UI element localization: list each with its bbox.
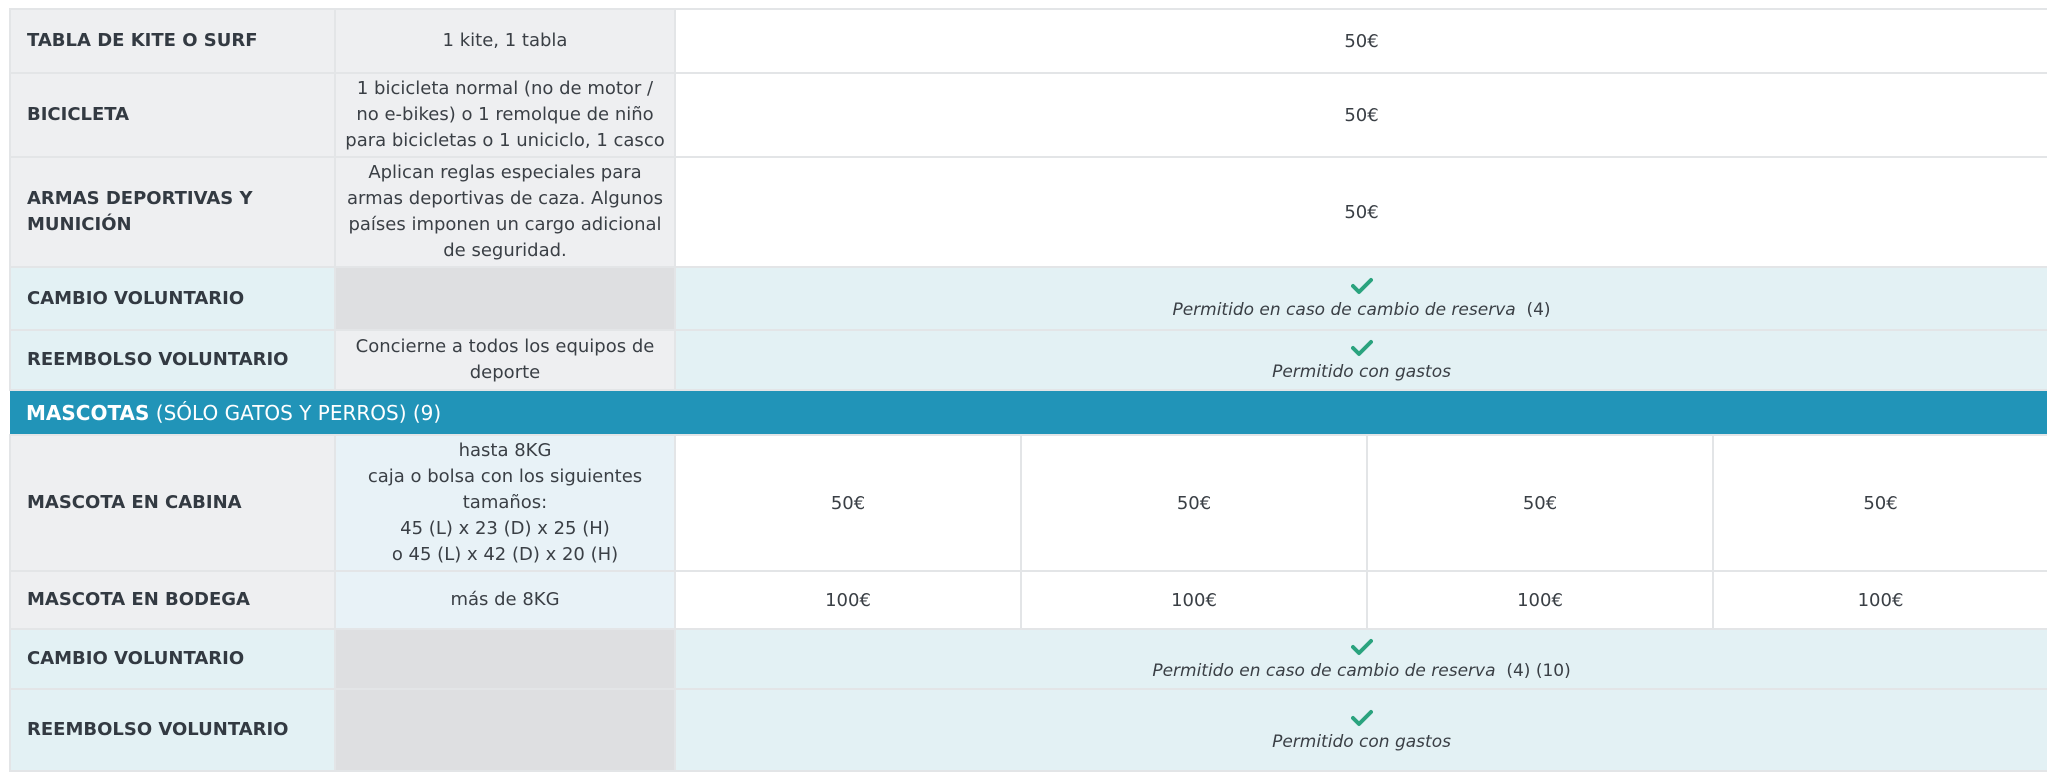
table-row: CAMBIO VOLUNTARIO Permitido en caso de c… [9, 628, 2047, 690]
condition-note: Permitido en caso de cambio de reserva (… [1152, 660, 1571, 681]
row-desc-kite: 1 kite, 1 tabla [334, 8, 676, 74]
row-label-kite: TABLA DE KITE O SURF [9, 8, 336, 74]
row-label-pet-hold: MASCOTA EN BODEGA [9, 570, 336, 630]
price-pet-cabin-2: 50€ [1020, 434, 1368, 572]
row-label-bike: BICICLETA [9, 72, 336, 158]
table-row: ARMAS DEPORTIVAS Y MUNICIÓN Aplican regl… [9, 156, 2047, 268]
check-icon [1350, 278, 1373, 294]
check-icon [1350, 638, 1373, 655]
price-pet-hold-4: 100€ [1711, 570, 2047, 630]
price-pet-hold-3: 100€ [1366, 570, 1714, 630]
row-desc-sport-refund: Concierne a todos los equipos de deporte [334, 329, 676, 391]
row-desc-empty [334, 688, 676, 772]
section-title: MASCOTAS (SÓLO GATOS Y PERROS) (9) [10, 390, 2047, 435]
row-label-pet-cabin: MASCOTA EN CABINA [9, 434, 336, 572]
table-row: MASCOTA EN BODEGA más de 8KG 100€ 100€ 1… [9, 570, 2047, 630]
condition-note: Permitido con gastos [1272, 361, 1451, 382]
condition-pet-refund: Permitido con gastos [673, 688, 2047, 772]
price-bike: 50€ [673, 72, 2047, 158]
fare-conditions-table: TABLA DE KITE O SURF 1 kite, 1 tabla 50€… [9, 8, 2047, 772]
row-desc-pet-cabin: hasta 8KG caja o bolsa con los siguiente… [334, 434, 676, 572]
price-pet-hold-1: 100€ [674, 570, 1022, 630]
condition-sport-refund: Permitido con gastos [673, 329, 2047, 391]
condition-sport-change: Permitido en caso de cambio de reserva (… [673, 266, 2047, 331]
row-desc-bike: 1 bicicleta normal (no de motor / no e-b… [334, 72, 676, 158]
check-icon [1350, 709, 1373, 726]
price-pet-cabin-1: 50€ [674, 434, 1022, 572]
condition-pet-change: Permitido en caso de cambio de reserva (… [673, 628, 2047, 690]
section-header-pets: MASCOTAS (SÓLO GATOS Y PERROS) (9) [10, 390, 2047, 435]
row-label-sport-refund: REEMBOLSO VOLUNTARIO [9, 329, 336, 391]
row-desc-arms: Aplican reglas especiales para armas dep… [334, 156, 676, 268]
table-row: CAMBIO VOLUNTARIO Permitido en caso de c… [9, 266, 2047, 331]
price-pet-cabin-4: 50€ [1711, 434, 2047, 572]
row-label-arms: ARMAS DEPORTIVAS Y MUNICIÓN [9, 156, 336, 268]
row-desc-empty [334, 628, 676, 690]
table-row: REEMBOLSO VOLUNTARIO Concierne a todos l… [9, 329, 2047, 391]
row-label-pet-change: CAMBIO VOLUNTARIO [9, 628, 336, 690]
table-row: BICICLETA 1 bicicleta normal (no de moto… [9, 72, 2047, 158]
row-desc-empty [334, 266, 676, 331]
price-pet-hold-2: 100€ [1020, 570, 1368, 630]
check-icon [1350, 339, 1373, 356]
table-row: MASCOTA EN CABINA hasta 8KG caja o bolsa… [9, 434, 2047, 572]
condition-note: Permitido en caso de cambio de reserva (… [1172, 300, 1551, 320]
condition-note: Permitido con gastos [1272, 731, 1451, 752]
fare-conditions-page: TABLA DE KITE O SURF 1 kite, 1 tabla 50€… [0, 0, 2047, 772]
row-desc-pet-hold: más de 8KG [334, 570, 676, 630]
price-arms: 50€ [673, 156, 2047, 268]
table-row: REEMBOLSO VOLUNTARIO Permitido con gasto… [9, 688, 2047, 772]
row-label-sport-change: CAMBIO VOLUNTARIO [9, 266, 336, 331]
table-row: TABLA DE KITE O SURF 1 kite, 1 tabla 50€ [9, 8, 2047, 74]
row-label-pet-refund: REEMBOLSO VOLUNTARIO [9, 688, 336, 772]
price-pet-cabin-3: 50€ [1366, 434, 1714, 572]
price-kite: 50€ [673, 8, 2047, 74]
